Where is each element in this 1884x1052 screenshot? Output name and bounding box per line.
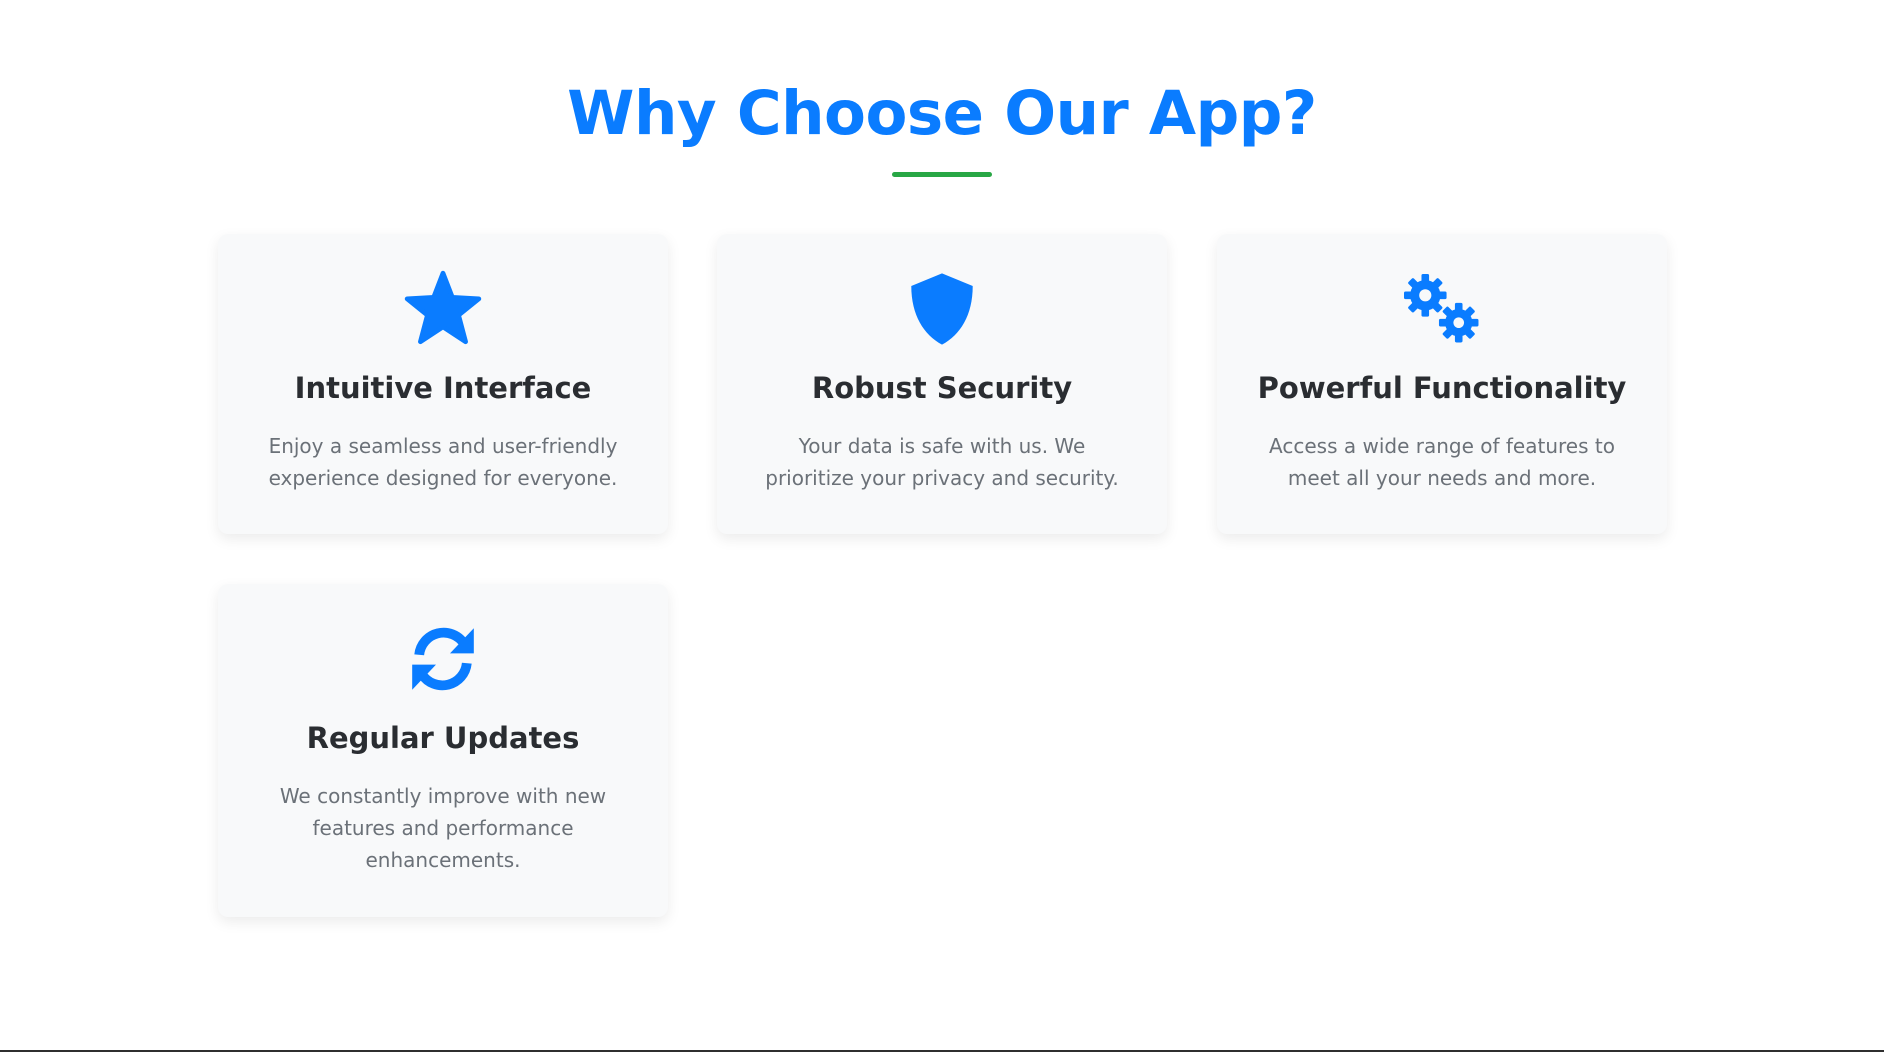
refresh-icon [218, 620, 668, 698]
feature-title: Intuitive Interface [294, 371, 592, 405]
title-underline [892, 172, 992, 177]
feature-card-powerful-functionality: Powerful Functionality Access a wide ran… [1217, 234, 1667, 534]
feature-card-intuitive-interface: Intuitive Interface Enjoy a seamless and… [218, 234, 668, 534]
feature-description: Access a wide range of features to meet … [1269, 434, 1615, 490]
feature-card-robust-security: Robust Security Your data is safe with u… [717, 234, 1167, 534]
shield-icon [717, 270, 1167, 348]
feature-description: We constantly improve with new features … [279, 784, 607, 872]
gears-icon [1217, 270, 1667, 348]
feature-description: Enjoy a seamless and user-friendly exper… [268, 434, 618, 490]
feature-card-regular-updates: Regular Updates We constantly improve wi… [218, 584, 668, 917]
feature-title: Powerful Functionality [1257, 371, 1627, 405]
feature-description: Your data is safe with us. We prioritize… [765, 434, 1119, 490]
section-title: Why Choose Our App? [567, 78, 1317, 149]
feature-title: Robust Security [811, 371, 1073, 405]
star-icon [218, 270, 668, 348]
features-section: Why Choose Our App? Intuitive Interface … [0, 0, 1884, 1050]
feature-title: Regular Updates [306, 721, 580, 755]
